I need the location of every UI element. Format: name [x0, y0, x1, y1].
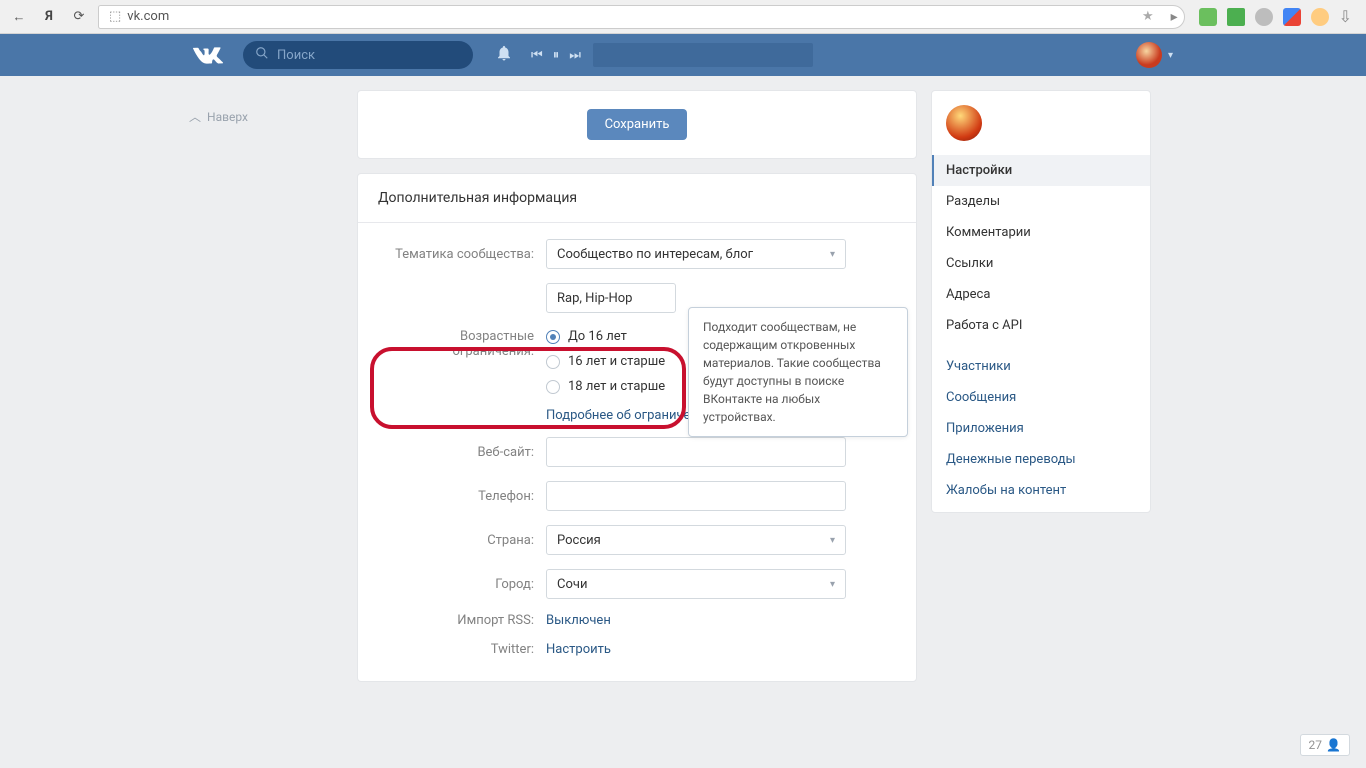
- search-box[interactable]: [243, 41, 473, 69]
- radio-icon: [546, 380, 560, 394]
- country-value: Россия: [557, 533, 601, 548]
- next-track-icon[interactable]: ⏭: [569, 48, 581, 63]
- yandex-icon[interactable]: Я: [38, 6, 60, 28]
- play-pause-icon[interactable]: ⏸: [553, 48, 560, 63]
- search-input[interactable]: [277, 48, 461, 63]
- sidebar-members[interactable]: Участники: [932, 351, 1150, 382]
- vk-logo[interactable]: [193, 46, 223, 64]
- country-select[interactable]: Россия ▾: [546, 525, 846, 555]
- section-title: Дополнительная информация: [358, 174, 916, 223]
- reload-icon[interactable]: ⟳: [68, 6, 90, 28]
- prev-track-icon[interactable]: ⏮: [531, 48, 543, 63]
- person-icon: 👤: [1326, 738, 1341, 752]
- chevron-down-icon: ▾: [1168, 50, 1173, 61]
- subtopic-value: Rap, Hip-Hop: [557, 291, 632, 306]
- website-input[interactable]: [546, 437, 846, 467]
- subtopic-select[interactable]: Rap, Hip-Hop: [546, 283, 676, 313]
- topic-select[interactable]: Сообщество по интересам, блог ▾: [546, 239, 846, 269]
- vk-header: ⏮ ⏸ ⏭ ▾: [0, 34, 1366, 76]
- rss-link[interactable]: Выключен: [546, 613, 611, 628]
- back-to-top-label: Наверх: [207, 110, 248, 124]
- sidebar-api[interactable]: Работа с API: [932, 310, 1150, 341]
- sidebar-comments[interactable]: Комментарии: [932, 217, 1150, 248]
- phone-input[interactable]: [546, 481, 846, 511]
- browser-toolbar: ← Я ⟳ ⬚ vk.com ★ ▸ ⇩: [0, 0, 1366, 34]
- community-avatar: [946, 105, 982, 141]
- notifications-icon[interactable]: [495, 44, 513, 66]
- ext-translate-icon[interactable]: [1283, 8, 1301, 26]
- label-country: Страна:: [378, 533, 546, 548]
- sidebar-messages[interactable]: Сообщения: [932, 382, 1150, 413]
- radio-icon: [546, 330, 560, 344]
- address-text: vk.com: [127, 9, 169, 24]
- search-icon: [255, 46, 269, 64]
- topic-value: Сообщество по интересам, блог: [557, 247, 753, 262]
- friends-online-badge[interactable]: 27 👤: [1300, 734, 1350, 756]
- sidebar-money[interactable]: Денежные переводы: [932, 444, 1150, 475]
- avatar: [1136, 42, 1162, 68]
- save-card: Сохранить: [357, 90, 917, 159]
- label-rss: Импорт RSS:: [378, 613, 546, 628]
- radio-icon: [546, 355, 560, 369]
- chevron-down-icon: ▾: [830, 579, 835, 590]
- city-value: Сочи: [557, 577, 587, 592]
- bookmark-star-icon[interactable]: ★: [1142, 9, 1154, 24]
- sidebar-complaints[interactable]: Жалобы на контент: [932, 475, 1150, 506]
- track-progress[interactable]: [593, 43, 813, 67]
- extension-tray: ⇩: [1193, 7, 1358, 26]
- twitter-link[interactable]: Настроить: [546, 642, 611, 657]
- save-button[interactable]: Сохранить: [587, 109, 688, 140]
- age-tooltip: Подходит сообществам, не содержащим откр…: [688, 307, 908, 437]
- sidebar-apps[interactable]: Приложения: [932, 413, 1150, 444]
- label-website: Веб-сайт:: [378, 445, 546, 460]
- sidebar-card: Настройки Разделы Комментарии Ссылки Адр…: [931, 90, 1151, 513]
- label-twitter: Twitter:: [378, 642, 546, 657]
- ext-green-icon[interactable]: [1199, 8, 1217, 26]
- user-menu[interactable]: ▾: [1090, 42, 1173, 68]
- label-age: Возрастные ограничения:: [378, 327, 546, 359]
- ext-globe-icon[interactable]: [1255, 8, 1273, 26]
- chevron-up-icon: ︿: [189, 108, 201, 125]
- label-topic: Тематика сообщества:: [378, 247, 546, 262]
- city-select[interactable]: Сочи ▾: [546, 569, 846, 599]
- sidebar-sections[interactable]: Разделы: [932, 186, 1150, 217]
- audio-player: ⏮ ⏸ ⏭: [531, 48, 581, 63]
- nav-back-icon[interactable]: ←: [8, 6, 30, 28]
- lock-icon: ⬚: [109, 9, 121, 24]
- ext-orange-icon[interactable]: [1311, 8, 1329, 26]
- community-avatar-box[interactable]: [932, 91, 1150, 155]
- back-to-top-button[interactable]: ︿ Наверх: [183, 108, 343, 125]
- sidebar-links[interactable]: Ссылки: [932, 248, 1150, 279]
- sidebar-addresses[interactable]: Адреса: [932, 279, 1150, 310]
- ext-downloads-arrow-icon[interactable]: ⇩: [1339, 7, 1352, 26]
- address-bar[interactable]: ⬚ vk.com ★ ▸: [98, 5, 1185, 29]
- chevron-down-icon: ▾: [830, 535, 835, 546]
- ext-download-icon[interactable]: [1227, 8, 1245, 26]
- chevron-down-icon: ▾: [830, 249, 835, 260]
- friends-count: 27: [1309, 738, 1323, 752]
- additional-info-card: Дополнительная информация Тематика сообщ…: [357, 173, 917, 682]
- label-city: Город:: [378, 577, 546, 592]
- sidebar-settings[interactable]: Настройки: [932, 155, 1150, 186]
- label-phone: Телефон:: [378, 489, 546, 504]
